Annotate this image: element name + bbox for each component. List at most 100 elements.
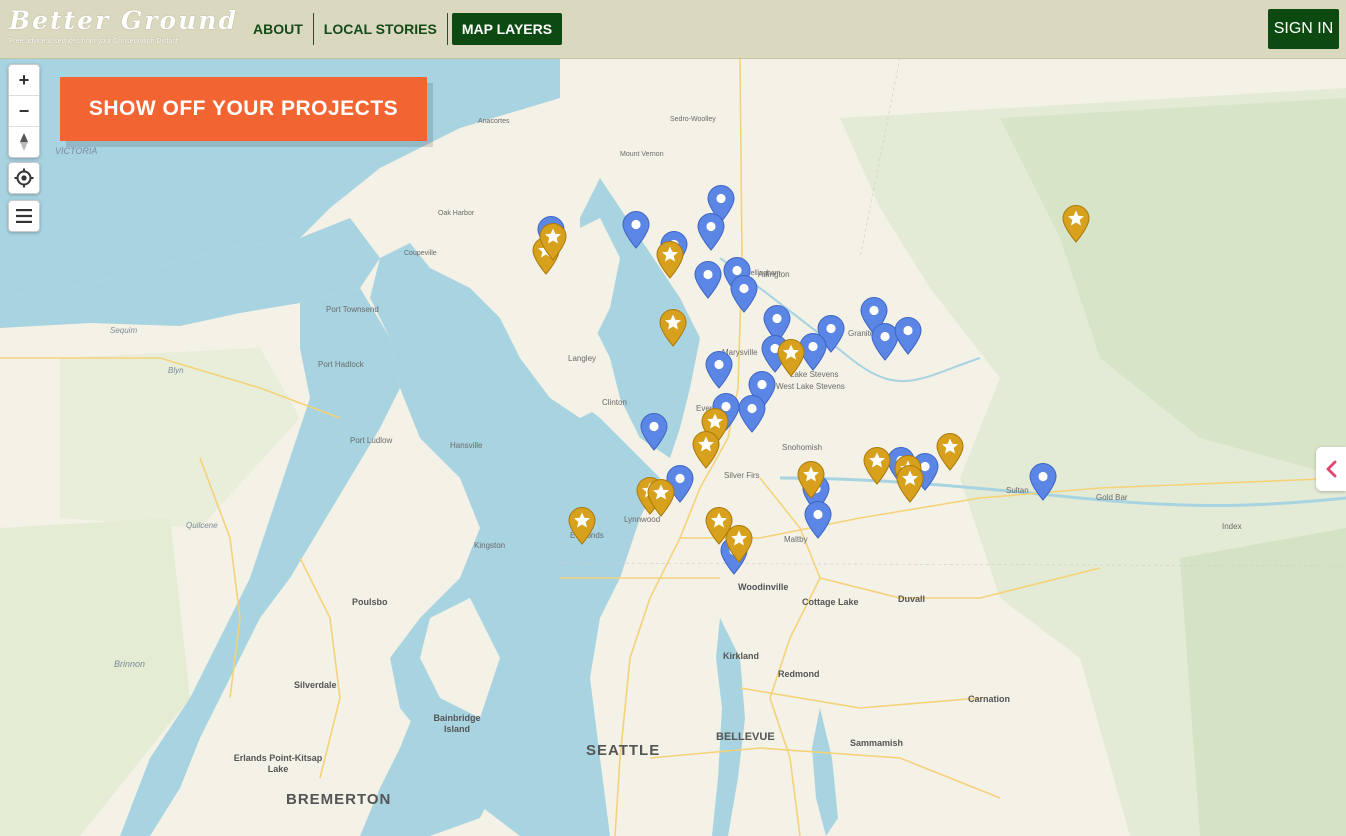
place-label: Sultan xyxy=(1006,486,1029,495)
geolocate-control xyxy=(8,162,40,194)
nav-local-stories[interactable]: LOCAL STORIES xyxy=(314,13,448,45)
map-pin-icon xyxy=(738,395,766,433)
story-marker[interactable] xyxy=(1062,205,1090,248)
layers-control xyxy=(8,200,40,232)
place-label: Blyn xyxy=(168,366,184,375)
map-pin-icon xyxy=(730,275,758,313)
project-marker[interactable] xyxy=(730,275,758,318)
star-pin-icon xyxy=(896,465,924,503)
panel-toggle-button[interactable] xyxy=(1316,447,1346,491)
place-label: Gold Bar xyxy=(1096,493,1128,502)
map-pin-icon xyxy=(894,317,922,355)
map-pin-icon xyxy=(640,413,668,451)
story-marker[interactable] xyxy=(568,507,596,550)
place-label: Carnation xyxy=(968,694,1011,704)
star-pin-icon xyxy=(647,479,675,517)
logo-tagline: Free advice & services from your Conserv… xyxy=(9,38,180,45)
top-header: Better Ground Free advice & services fro… xyxy=(0,0,1346,59)
place-label: Brinnon xyxy=(114,659,146,669)
place-label: Woodinville xyxy=(738,582,789,592)
map-pin-icon xyxy=(1029,463,1057,501)
project-marker[interactable] xyxy=(705,351,733,394)
chevron-left-icon xyxy=(1326,460,1337,478)
compass-icon xyxy=(20,133,28,151)
logo-title: Better Ground xyxy=(9,6,238,35)
show-off-projects-button[interactable]: SHOW OFF YOUR PROJECTS xyxy=(60,77,427,141)
map-pin-icon xyxy=(705,351,733,389)
place-label: Anacortes xyxy=(478,118,510,125)
star-pin-icon xyxy=(797,461,825,499)
place-label: Poulsbo xyxy=(352,597,388,607)
zoom-control: + − xyxy=(8,64,40,158)
place-label: Silverdale xyxy=(294,680,337,690)
map-pin-icon xyxy=(622,211,650,249)
story-marker[interactable] xyxy=(725,525,753,568)
place-label: Sequim xyxy=(110,326,138,335)
place-label: Sammamish xyxy=(850,738,904,748)
story-marker[interactable] xyxy=(896,465,924,508)
star-pin-icon xyxy=(659,309,687,347)
layers-menu-button[interactable] xyxy=(9,201,39,231)
zoom-out-button[interactable]: − xyxy=(9,95,39,126)
project-marker[interactable] xyxy=(697,213,725,256)
place-label: Port Ludlow xyxy=(350,436,393,445)
star-pin-icon xyxy=(1062,205,1090,243)
geolocate-button[interactable] xyxy=(9,163,39,193)
place-label: Mount Vernon xyxy=(620,151,664,158)
nav-about[interactable]: ABOUT xyxy=(243,13,314,45)
project-marker[interactable] xyxy=(804,501,832,544)
place-label: Clinton xyxy=(602,398,627,407)
story-marker[interactable] xyxy=(797,461,825,504)
compass-button[interactable] xyxy=(9,126,39,157)
map-pin-icon xyxy=(804,501,832,539)
story-marker[interactable] xyxy=(539,223,567,266)
project-marker[interactable] xyxy=(1029,463,1057,506)
place-label: Bainbridge Island xyxy=(433,713,481,734)
place-label: Erlands Point-Kitsap Lake xyxy=(233,753,323,774)
place-label: Cottage Lake xyxy=(802,597,859,607)
sign-in-button[interactable]: SIGN IN xyxy=(1268,9,1339,49)
project-marker[interactable] xyxy=(694,261,722,304)
place-label: Quilcene xyxy=(186,521,218,530)
story-marker[interactable] xyxy=(659,309,687,352)
locate-icon xyxy=(14,168,34,188)
place-label: Hansville xyxy=(450,441,483,450)
place-label: West Lake Stevens xyxy=(776,382,845,391)
better-ground-logo[interactable]: Better Ground Free advice & services fro… xyxy=(9,6,238,46)
map-basemap xyxy=(0,58,1346,836)
star-pin-icon xyxy=(777,339,805,377)
place-label: BELLEVUE xyxy=(716,731,775,743)
place-label: Kingston xyxy=(474,541,506,550)
place-label: Duvall xyxy=(898,594,926,604)
map-pin-icon xyxy=(694,261,722,299)
place-label: Sedro-Woolley xyxy=(670,116,716,123)
star-pin-icon xyxy=(936,433,964,471)
place-label: VICTORIA xyxy=(55,146,98,156)
story-marker[interactable] xyxy=(692,431,720,474)
star-pin-icon xyxy=(725,525,753,563)
project-marker[interactable] xyxy=(622,211,650,254)
project-marker[interactable] xyxy=(894,317,922,360)
place-label: Redmond xyxy=(778,669,820,679)
star-pin-icon xyxy=(539,223,567,261)
project-marker[interactable] xyxy=(738,395,766,438)
story-marker[interactable] xyxy=(863,447,891,490)
story-marker[interactable] xyxy=(647,479,675,522)
main-nav: ABOUT LOCAL STORIES MAP LAYERS xyxy=(243,13,563,45)
map-pin-icon xyxy=(697,213,725,251)
story-marker[interactable] xyxy=(656,241,684,284)
story-marker[interactable] xyxy=(777,339,805,382)
story-marker[interactable] xyxy=(936,433,964,476)
place-label: Port Hadlock xyxy=(318,360,364,369)
place-label: Kirkland xyxy=(723,651,760,661)
place-label: SEATTLE xyxy=(586,742,661,759)
place-label: Index xyxy=(1222,522,1242,531)
star-pin-icon xyxy=(692,431,720,469)
zoom-in-button[interactable]: + xyxy=(9,65,39,95)
place-label: Langley xyxy=(568,354,597,363)
map-canvas[interactable]: VICTORIA Anacortes Bellingham Sedro-Wool… xyxy=(0,58,1346,836)
place-label: Oak Harbor xyxy=(438,210,475,217)
project-marker[interactable] xyxy=(640,413,668,456)
place-label: Silver Firs xyxy=(724,471,760,480)
nav-map-layers[interactable]: MAP LAYERS xyxy=(451,13,563,45)
